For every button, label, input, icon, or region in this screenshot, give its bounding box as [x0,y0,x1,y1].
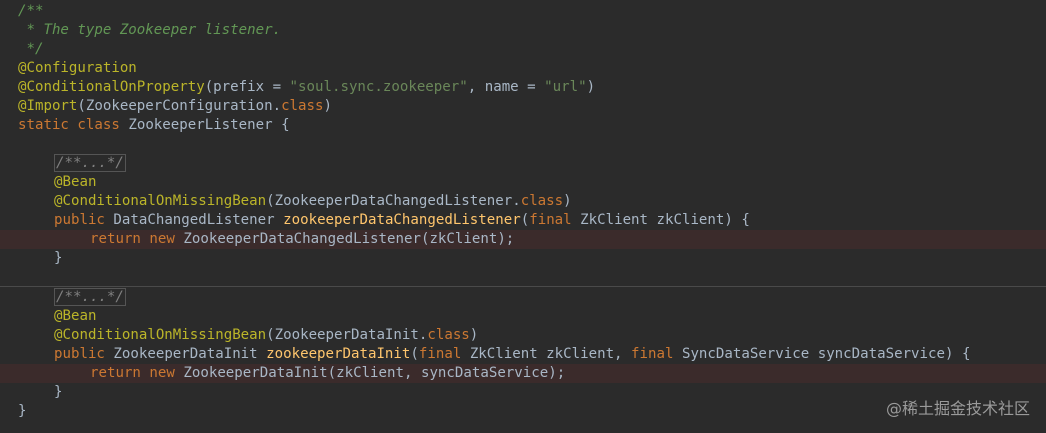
code-line-16[interactable]: /**...*/ [0,288,1046,307]
watermark-text: @稀土掘金技术社区 [885,399,1030,418]
annotation-conditional-on-missing-bean: @ConditionalOnMissingBean [54,327,267,343]
param-1: ZkClient zkClient, [461,346,632,362]
annotation-configuration: @Configuration [18,60,137,76]
prefix-string: "soul.sync.zookeeper" [289,79,468,95]
code-line-19[interactable]: public ZookeeperDataInit zookeeperDataIn… [0,345,1046,364]
class-declaration: ZookeeperListener { [119,117,290,133]
annotation-conditional-on-missing-bean: @ConditionalOnMissingBean [54,193,267,209]
annotation-args-mid: , name = [467,79,545,95]
keyword-static: static [18,117,69,133]
return-type: DataChangedListener [104,212,284,228]
annotation-bean: @Bean [54,308,97,324]
code-line-8[interactable] [0,135,1046,154]
annotation-close: ) [563,193,572,209]
code-line-13[interactable]: return new ZookeeperDataChangedListener(… [0,230,1046,249]
code-line-14[interactable]: } [0,249,1046,268]
code-line-9[interactable]: /**...*/ [0,154,1046,173]
params-rest: ZkClient zkClient) { [571,212,750,228]
keyword-return: return [90,365,141,381]
name-string: "url" [544,79,587,95]
annotation-bean: @Bean [54,174,97,190]
code-line-2[interactable]: * The type Zookeeper listener. [0,21,1046,40]
code-line-3[interactable]: */ [0,40,1046,59]
open-paren: ( [410,346,419,362]
keyword-new: new [149,231,175,247]
class-close-brace: } [18,403,27,419]
annotation-args-open: (prefix = [204,79,290,95]
code-line-7[interactable]: static class ZookeeperListener { [0,116,1046,135]
folded-doc-comment[interactable]: /**...*/ [54,154,126,172]
annotation-conditional-on-property: @ConditionalOnProperty [18,79,205,95]
doc-comment-close: */ [18,41,44,57]
keyword-new: new [149,365,175,381]
code-line-15[interactable] [0,268,1046,287]
keyword-return: return [90,231,141,247]
keyword-class: class [427,327,470,343]
code-line-4[interactable]: @Configuration [0,59,1046,78]
code-line-11[interactable]: @ConditionalOnMissingBean(ZookeeperDataC… [0,192,1046,211]
import-args: (ZookeeperConfiguration. [77,98,282,114]
method-name: zookeeperDataChangedListener [283,212,521,228]
annotation-args-close: ) [586,79,596,95]
code-line-20[interactable]: return new ZookeeperDataInit(zkClient, s… [0,364,1046,383]
return-type: ZookeeperDataInit [104,346,267,362]
return-expression: ZookeeperDataChangedListener(zkClient); [174,231,515,247]
param-2-rest: SyncDataService syncDataService) { [673,346,971,362]
keyword-class: class [520,193,564,209]
keyword-final: final [631,346,674,362]
code-line-10[interactable]: @Bean [0,173,1046,192]
keyword-public: public [54,346,105,362]
return-expression: ZookeeperDataInit(zkClient, syncDataServ… [174,365,566,381]
method-separator [0,286,1046,287]
method-close-brace: } [54,250,63,266]
code-line-5[interactable]: @ConditionalOnProperty(prefix = "soul.sy… [0,78,1046,97]
annotation-close: ) [469,327,479,343]
keyword-public: public [54,212,105,228]
doc-comment-text: * The type Zookeeper listener. [18,22,282,38]
method-close-brace: } [54,384,63,400]
method-name: zookeeperDataInit [266,346,411,362]
code-line-12[interactable]: public DataChangedListener zookeeperData… [0,211,1046,230]
code-line-18[interactable]: @ConditionalOnMissingBean(ZookeeperDataI… [0,326,1046,345]
keyword-final: final [418,346,462,362]
code-line-1[interactable]: /** [0,2,1046,21]
keyword-class-decl: class [77,117,120,133]
folded-doc-comment[interactable]: /**...*/ [54,288,126,306]
import-close: ) [323,98,333,114]
code-editor[interactable]: /** * The type Zookeeper listener. */ @C… [0,0,1046,433]
annotation-args: (ZookeeperDataInit. [266,327,428,343]
code-line-6[interactable]: @Import(ZookeeperConfiguration.class) [0,97,1046,116]
doc-comment-open: /** [18,3,44,19]
keyword-class: class [281,98,324,114]
keyword-final: final [529,212,572,228]
code-line-17[interactable]: @Bean [0,307,1046,326]
annotation-import: @Import [18,98,78,114]
open-paren: ( [520,212,530,228]
annotation-args: (ZookeeperDataChangedListener. [266,193,521,209]
